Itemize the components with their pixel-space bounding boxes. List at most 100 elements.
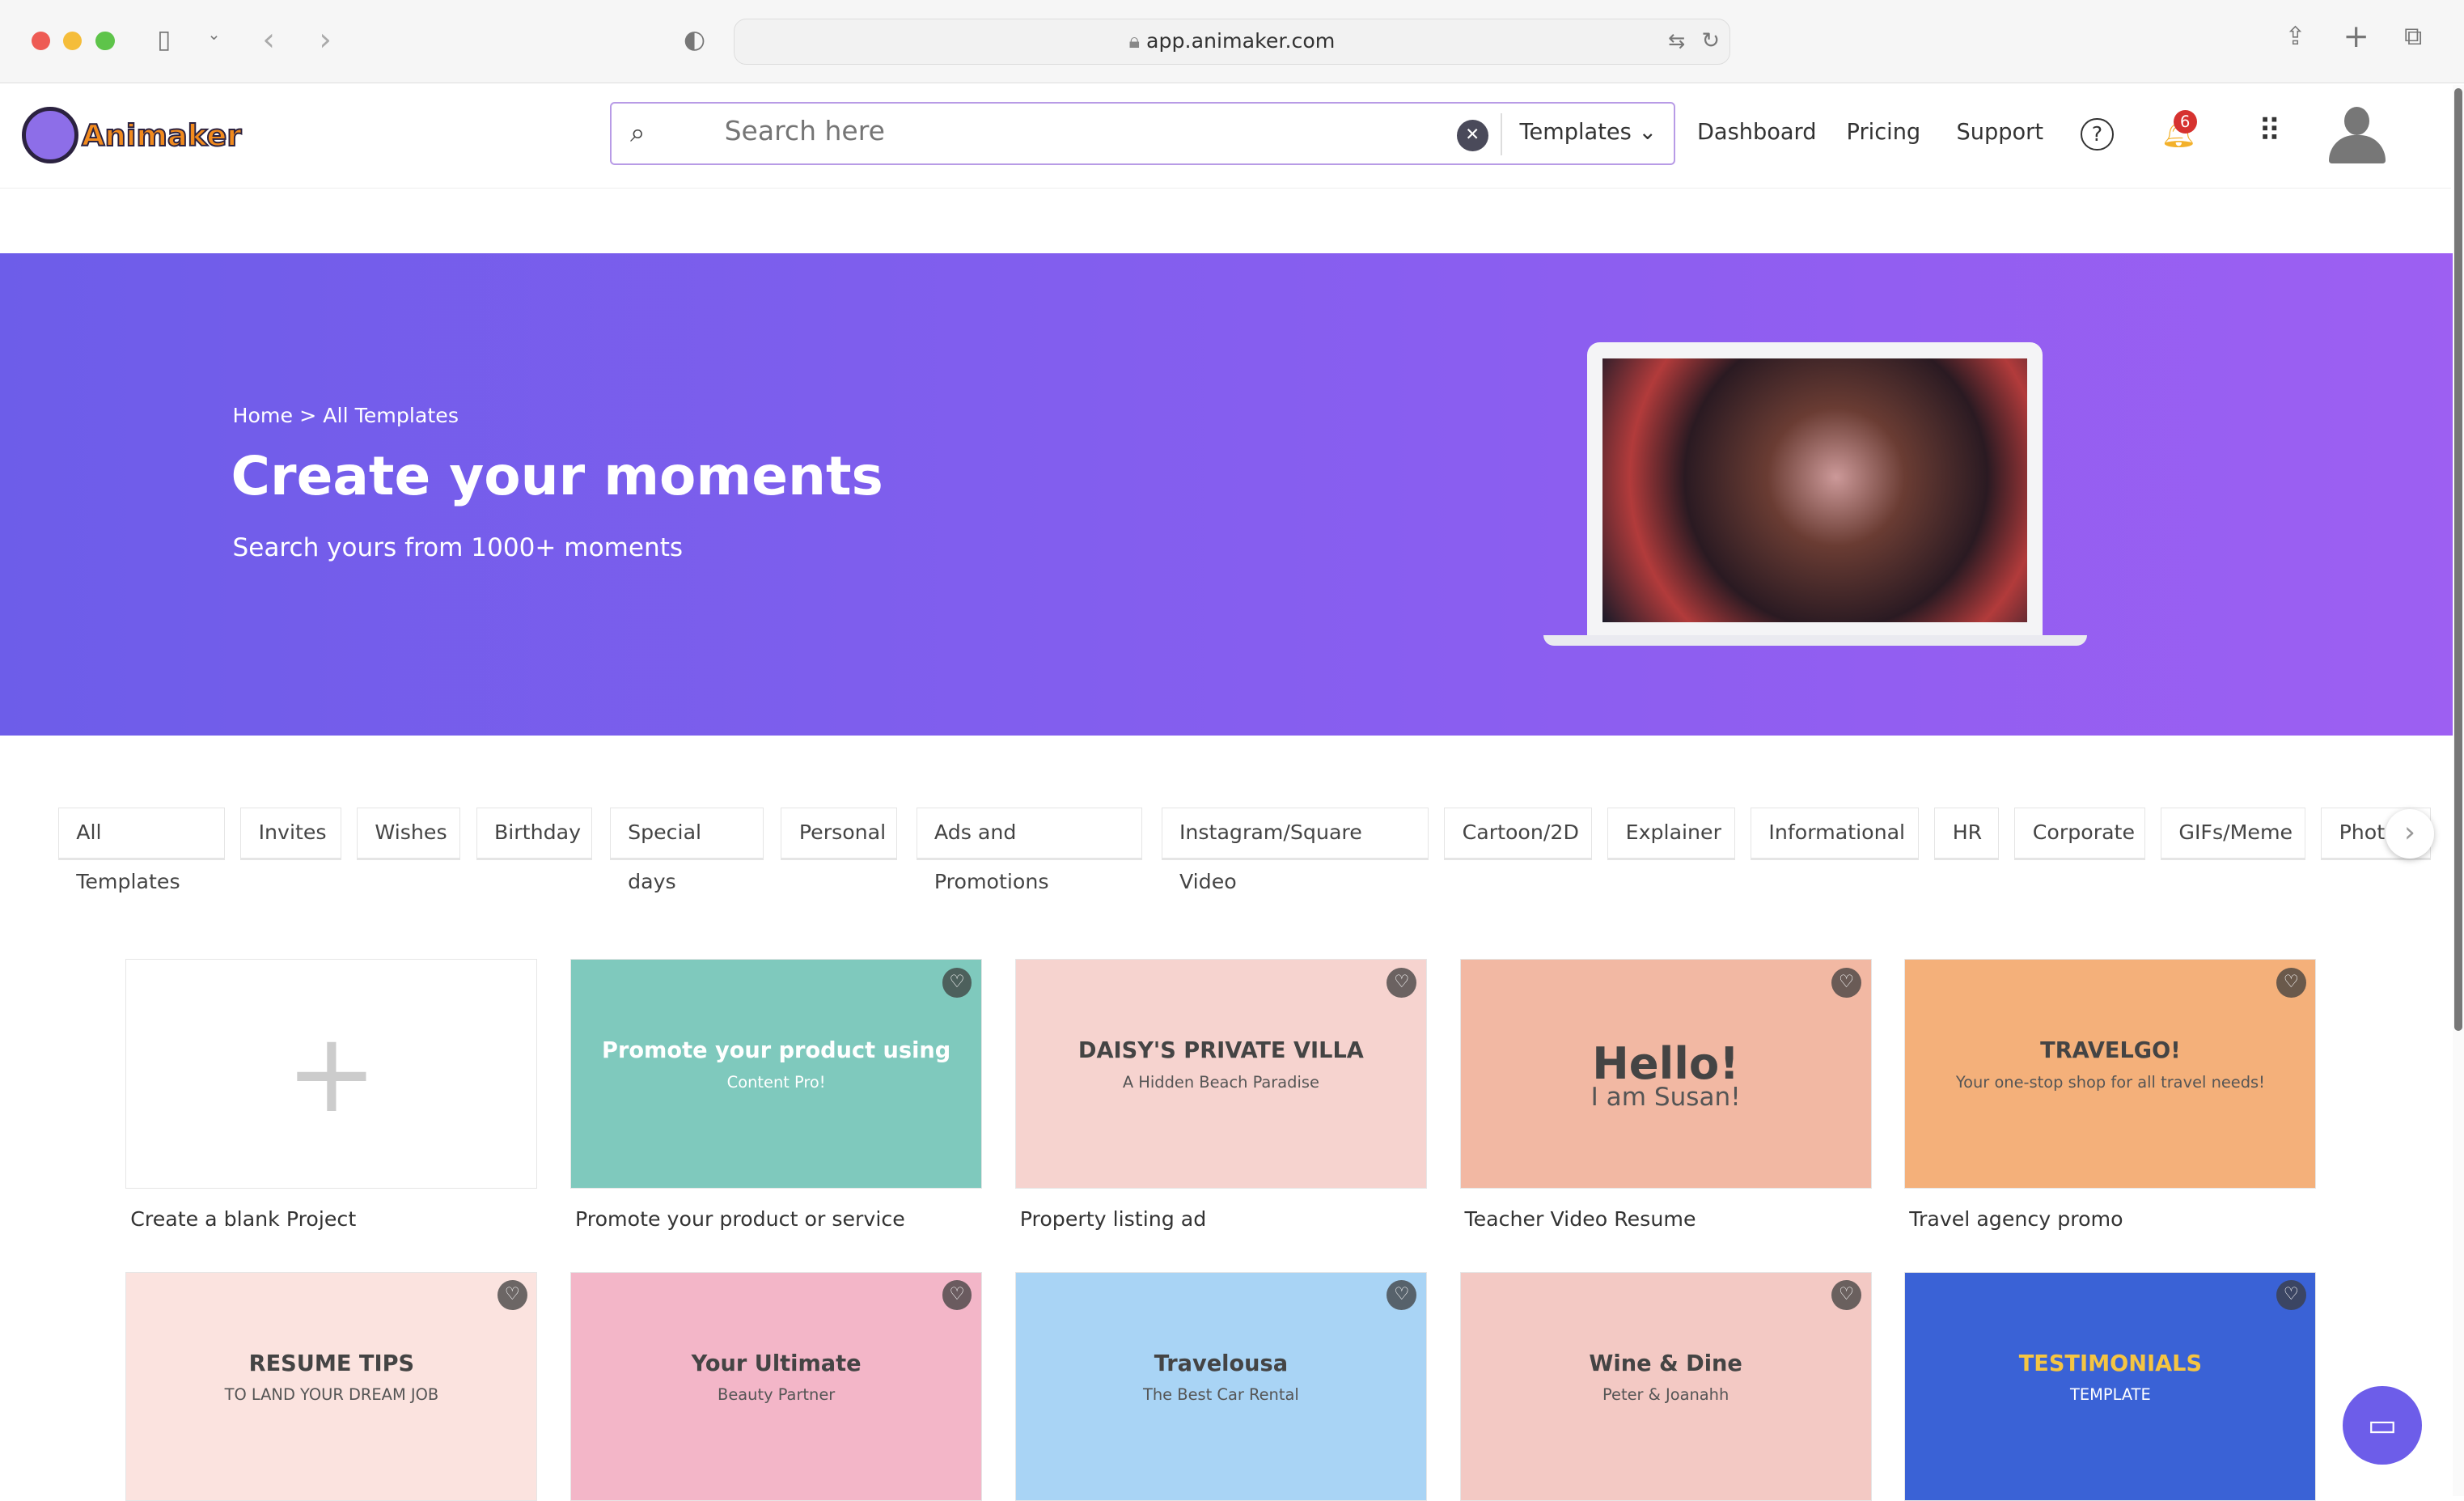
thumbnail-title: RESUME TIPS — [248, 1350, 415, 1376]
thumbnail-title: Promote your product using — [602, 1038, 951, 1064]
template-label[interactable]: Promote your product or service — [575, 1207, 905, 1231]
lock-icon: 🔒︎ — [1128, 29, 1140, 53]
favorite-heart-icon[interactable]: ♡ — [1831, 967, 1861, 998]
favorite-heart-icon[interactable]: ♡ — [942, 967, 972, 998]
address-bar[interactable]: 🔒︎ app.animaker.com ⇆ ↻ — [734, 19, 1730, 65]
plus-icon: + — [285, 1009, 378, 1138]
thumbnail-subtitle: Peter & Joanahh — [1602, 1385, 1729, 1405]
reload-icon[interactable]: ↻ — [1701, 19, 1720, 63]
thumbnail-title: TESTIMONIALS — [2018, 1350, 2203, 1376]
search-bar[interactable]: ⌕ ✕ Templates ⌄ — [609, 102, 1675, 165]
nav-pricing[interactable]: Pricing — [1847, 120, 1921, 145]
category-chip[interactable]: Personal — [781, 808, 898, 860]
category-chip[interactable]: Instagram/Square Video — [1161, 808, 1429, 893]
new-tab-icon[interactable]: + — [2343, 19, 2369, 55]
page-title: Create your moments — [231, 444, 883, 507]
category-chip[interactable]: Corporate — [2014, 808, 2145, 860]
chevron-down-icon[interactable]: ⌄ — [207, 25, 220, 44]
chat-button[interactable]: ▭ — [2343, 1386, 2422, 1465]
template-card[interactable]: Hello! I am Susan! ♡ — [1459, 958, 1872, 1189]
nav-support[interactable]: Support — [1957, 120, 2043, 145]
category-chip[interactable]: Invites — [240, 808, 341, 860]
category-chip[interactable]: Birthday — [476, 808, 593, 860]
template-card[interactable]: Travelousa The Best Car Rental ♡ — [1014, 1271, 1427, 1501]
search-input[interactable] — [721, 112, 1429, 148]
tabs-overview-icon[interactable]: ⧉ — [2404, 22, 2422, 52]
laptop-illustration — [1587, 342, 2043, 642]
template-card[interactable]: Your Ultimate Beauty Partner ♡ — [570, 1271, 983, 1501]
share-icon[interactable]: ⇪ — [2285, 22, 2306, 51]
category-chip[interactable]: Explainer — [1607, 808, 1735, 860]
favorite-heart-icon[interactable]: ♡ — [1387, 1280, 1417, 1311]
thumbnail-title: Travelousa — [1154, 1350, 1289, 1376]
thumbnail-subtitle: Beauty Partner — [718, 1385, 836, 1405]
thumbnail-subtitle: The Best Car Rental — [1143, 1385, 1299, 1405]
thumbnail-title: Wine & Dine — [1589, 1350, 1742, 1376]
minimize-window-button[interactable] — [62, 31, 82, 51]
scrollbar-thumb[interactable] — [2454, 87, 2463, 1032]
help-icon[interactable]: ? — [2081, 117, 2114, 151]
translate-icon[interactable]: ⇆ — [1668, 19, 1685, 63]
category-chip[interactable]: Wishes — [356, 808, 461, 860]
template-label[interactable]: Property listing ad — [1020, 1207, 1207, 1231]
category-chip[interactable]: All Templates — [57, 808, 225, 893]
divider — [1501, 112, 1503, 156]
template-label[interactable]: Create a blank Project — [130, 1207, 356, 1231]
sidebar-toggle-icon[interactable]: ▯ — [157, 25, 171, 54]
favorite-heart-icon[interactable]: ♡ — [497, 1280, 527, 1311]
scrollbar[interactable] — [2453, 84, 2464, 1497]
category-chip[interactable]: Informational — [1751, 808, 1919, 860]
scroll-right-button[interactable]: › — [2385, 809, 2435, 859]
thumbnail-title: TRAVELGO! — [2040, 1038, 2181, 1064]
hero-banner: Home > All Templates Create your moments… — [0, 252, 2453, 736]
favorite-heart-icon[interactable]: ♡ — [942, 1280, 972, 1311]
back-icon[interactable]: ‹ — [262, 22, 275, 58]
template-card[interactable]: DAISY'S PRIVATE VILLA A Hidden Beach Para… — [1014, 958, 1427, 1189]
avatar[interactable] — [2326, 107, 2389, 167]
browser-toolbar: ▯ ⌄ ‹ › ◐ 🔒︎ app.animaker.com ⇆ ↻ ⇪ + ⧉ — [0, 0, 2464, 83]
animaker-logo[interactable]: Animaker — [22, 107, 243, 163]
thumbnail-subtitle: A Hidden Beach Paradise — [1122, 1072, 1319, 1092]
close-window-button[interactable] — [31, 31, 51, 51]
privacy-shield-icon[interactable]: ◐ — [684, 25, 705, 54]
favorite-heart-icon[interactable]: ♡ — [1831, 1280, 1861, 1311]
template-card[interactable]: Wine & Dine Peter & Joanahh ♡ — [1459, 1271, 1872, 1501]
nav-dashboard[interactable]: Dashboard — [1697, 120, 1817, 145]
search-icon: ⌕ — [630, 116, 646, 148]
thumbnail-title: DAISY'S PRIVATE VILLA — [1077, 1038, 1364, 1064]
apps-grid-icon[interactable]: ⠿ — [2259, 113, 2281, 150]
template-card[interactable]: RESUME TIPS TO LAND YOUR DREAM JOB ♡ — [125, 1271, 538, 1501]
thumbnail-subtitle: I am Susan! — [1590, 1082, 1741, 1112]
hero-image — [1602, 358, 2027, 623]
thumbnail-subtitle: TEMPLATE — [2070, 1385, 2151, 1405]
favorite-heart-icon[interactable]: ♡ — [1387, 967, 1417, 998]
templates-dropdown[interactable]: Templates ⌄ — [1520, 120, 1657, 145]
category-chip[interactable]: Ads and Promotions — [916, 808, 1143, 893]
url-text: app.animaker.com — [1146, 29, 1336, 53]
template-card[interactable]: TRAVELGO! Your one-stop shop for all trav… — [1904, 958, 2317, 1189]
thumbnail-title: Your Ultimate — [691, 1350, 862, 1376]
forward-icon[interactable]: › — [319, 22, 332, 58]
template-card[interactable]: TESTIMONIALS TEMPLATE ♡ — [1904, 1271, 2317, 1501]
clear-search-icon[interactable]: ✕ — [1456, 119, 1488, 151]
favorite-heart-icon[interactable]: ♡ — [2276, 1280, 2306, 1311]
chat-icon: ▭ — [2367, 1407, 2398, 1444]
thumbnail-subtitle: Content Pro! — [726, 1072, 826, 1092]
logo-mascot-icon — [22, 107, 79, 163]
laptop-base — [1543, 634, 2087, 647]
favorite-heart-icon[interactable]: ♡ — [2276, 967, 2306, 998]
page-subtitle: Search yours from 1000+ moments — [232, 532, 684, 562]
template-label[interactable]: Travel agency promo — [1909, 1207, 2123, 1231]
create-blank-project-card[interactable]: + — [125, 958, 538, 1189]
notification-badge: 6 — [2173, 109, 2197, 134]
maximize-window-button[interactable] — [95, 31, 115, 51]
category-chip[interactable]: Special days — [609, 808, 764, 893]
template-card[interactable]: Promote your product using Content Pro! ♡ — [570, 958, 983, 1189]
category-chip[interactable]: HR — [1934, 808, 1999, 860]
category-chip[interactable]: Cartoon/2D — [1444, 808, 1592, 860]
template-label[interactable]: Teacher Video Resume — [1465, 1207, 1696, 1231]
category-chip[interactable]: GIFs/Meme — [2161, 808, 2305, 860]
thumbnail-subtitle: Your one-stop shop for all travel needs! — [1955, 1072, 2265, 1092]
breadcrumb[interactable]: Home > All Templates — [233, 404, 459, 427]
chevron-down-icon: ⌄ — [1638, 119, 1657, 145]
